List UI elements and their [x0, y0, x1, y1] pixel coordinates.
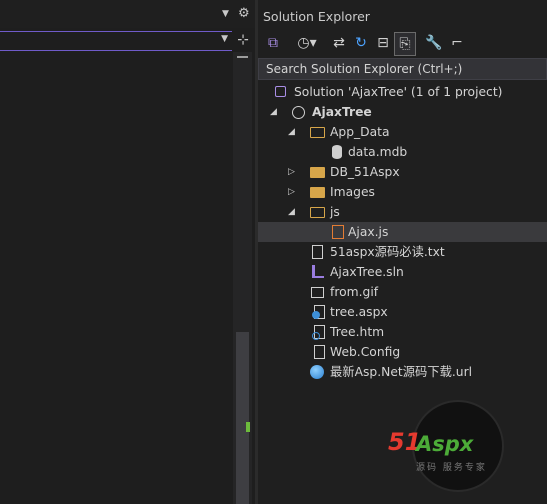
tree-item-label: js: [330, 205, 340, 219]
aspx-file-icon: [312, 305, 325, 319]
tree-item-app-data[interactable]: ◢ App_Data: [258, 122, 547, 142]
51aspx-watermark-logo: 51 Aspx 源码 服务专家: [388, 398, 524, 498]
tree-item-project[interactable]: ◢ AjaxTree: [258, 102, 547, 122]
tree-item-label: AjaxTree: [312, 105, 372, 119]
expanded-arrow-icon[interactable]: ◢: [288, 202, 298, 222]
tree-item-web-config[interactable]: Web.Config: [258, 342, 547, 362]
scrollbar-change-marker: [246, 422, 250, 432]
solution-tree: Solution 'AjaxTree' (1 of 1 project) ◢ A…: [258, 82, 547, 382]
sync-icon[interactable]: ⇄: [330, 32, 348, 54]
tree-item-solution[interactable]: Solution 'AjaxTree' (1 of 1 project): [258, 82, 547, 102]
tree-item-label: App_Data: [330, 125, 390, 139]
split-window-icon[interactable]: ⊹: [234, 31, 252, 49]
show-all-files-icon[interactable]: ⎘: [394, 32, 416, 56]
tree-item-js[interactable]: ◢ js: [258, 202, 547, 222]
solution-file-icon: [312, 265, 324, 278]
internet-shortcut-icon: [310, 365, 324, 379]
tree-item-url-shortcut[interactable]: 最新Asp.Net源码下载.url: [258, 362, 547, 382]
config-file-icon: [314, 345, 325, 359]
tree-item-label: Ajax.js: [348, 225, 389, 239]
search-box[interactable]: [258, 58, 547, 80]
expanded-arrow-icon[interactable]: ◢: [270, 102, 280, 122]
tree-item-label: DB_51Aspx: [330, 165, 400, 179]
tree-item-label: AjaxTree.sln: [330, 265, 404, 279]
gear-icon[interactable]: ⚙: [238, 6, 250, 21]
image-file-icon: [311, 287, 324, 298]
properties-wrench-icon[interactable]: 🔧: [425, 32, 443, 54]
folder-open-icon: [310, 207, 325, 218]
database-icon: [332, 145, 342, 159]
tree-item-ajax-js[interactable]: Ajax.js: [258, 222, 547, 242]
tree-item-label: 51aspx源码必读.txt: [330, 245, 445, 259]
tree-item-tree-htm[interactable]: Tree.htm: [258, 322, 547, 342]
tab-list-dropdown-icon[interactable]: ▼: [222, 9, 229, 19]
tree-item-label: 最新Asp.Net源码下载.url: [330, 365, 473, 379]
tree-item-tree-aspx[interactable]: tree.aspx: [258, 302, 547, 322]
tree-item-from-gif[interactable]: from.gif: [258, 282, 547, 302]
panel-title: Solution Explorer: [263, 9, 370, 24]
switch-views-icon[interactable]: ⧉: [264, 32, 282, 54]
expanded-arrow-icon[interactable]: ◢: [288, 122, 298, 142]
solution-explorer-toolbar: ⧉ ◷▾ ⇄ ↻ ⊟ ⎘ 🔧 ⌐: [258, 30, 547, 56]
collapse-all-icon[interactable]: ⊟: [374, 32, 392, 54]
tree-item-label: Web.Config: [330, 345, 401, 359]
tree-item-sln-file[interactable]: AjaxTree.sln: [258, 262, 547, 282]
history-icon[interactable]: ◷▾: [294, 32, 320, 54]
javascript-file-icon: [332, 225, 344, 239]
collapsed-arrow-icon[interactable]: ▷: [288, 182, 298, 202]
tree-item-label: Solution 'AjaxTree' (1 of 1 project): [294, 85, 503, 99]
html-file-icon: [312, 325, 325, 340]
tree-item-db-51aspx[interactable]: ▷ DB_51Aspx: [258, 162, 547, 182]
tree-item-readme-txt[interactable]: 51aspx源码必读.txt: [258, 242, 547, 262]
vertical-scrollbar[interactable]: [233, 52, 252, 504]
web-project-icon: [292, 106, 305, 119]
scroll-up-icon[interactable]: [237, 56, 248, 58]
tree-item-data-mdb[interactable]: data.mdb: [258, 142, 547, 162]
scrollbar-thumb[interactable]: [236, 332, 249, 504]
search-input[interactable]: [259, 59, 546, 79]
refresh-icon[interactable]: ↻: [352, 32, 370, 54]
tree-item-label: tree.aspx: [330, 305, 388, 319]
collapsed-arrow-icon[interactable]: ▷: [288, 162, 298, 182]
watermark-tagline: 源码 服务专家: [416, 463, 487, 473]
watermark-text: Aspx: [416, 432, 474, 456]
tree-item-label: Images: [330, 185, 375, 199]
navigation-dropdown[interactable]: ▼: [0, 31, 232, 51]
solution-icon: [275, 86, 286, 97]
preview-icon[interactable]: ⌐: [448, 32, 466, 54]
tree-item-label: Tree.htm: [330, 325, 385, 339]
tree-item-images[interactable]: ▷ Images: [258, 182, 547, 202]
folder-icon: [310, 187, 325, 198]
folder-open-icon: [310, 127, 325, 138]
folder-icon: [310, 167, 325, 178]
editor-tab-strip: ▼ ⚙: [0, 0, 255, 28]
tree-item-label: from.gif: [330, 285, 379, 299]
chevron-down-icon: ▼: [221, 34, 228, 44]
text-file-icon: [312, 245, 323, 259]
code-editor-pane: ▼ ⚙ ▼ ⊹: [0, 0, 255, 504]
tree-item-label: data.mdb: [348, 145, 408, 159]
